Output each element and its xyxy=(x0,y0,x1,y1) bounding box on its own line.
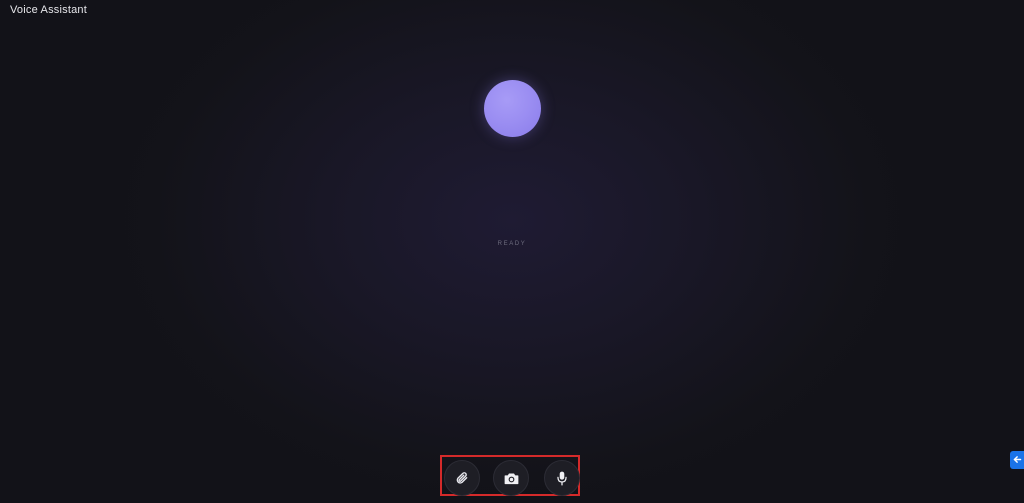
microphone-icon xyxy=(556,471,568,486)
assistant-orb xyxy=(484,80,541,137)
control-bar xyxy=(440,455,580,496)
camera-icon xyxy=(504,472,519,485)
paperclip-icon xyxy=(455,471,469,485)
arrow-left-icon xyxy=(1013,451,1022,469)
microphone-button[interactable] xyxy=(544,460,580,496)
camera-button[interactable] xyxy=(493,460,529,496)
attach-button[interactable] xyxy=(444,460,480,496)
app-title: Voice Assistant xyxy=(10,4,87,16)
side-panel-toggle[interactable] xyxy=(1010,451,1024,469)
assistant-status: READY xyxy=(497,241,527,247)
background-glow xyxy=(0,0,1024,503)
